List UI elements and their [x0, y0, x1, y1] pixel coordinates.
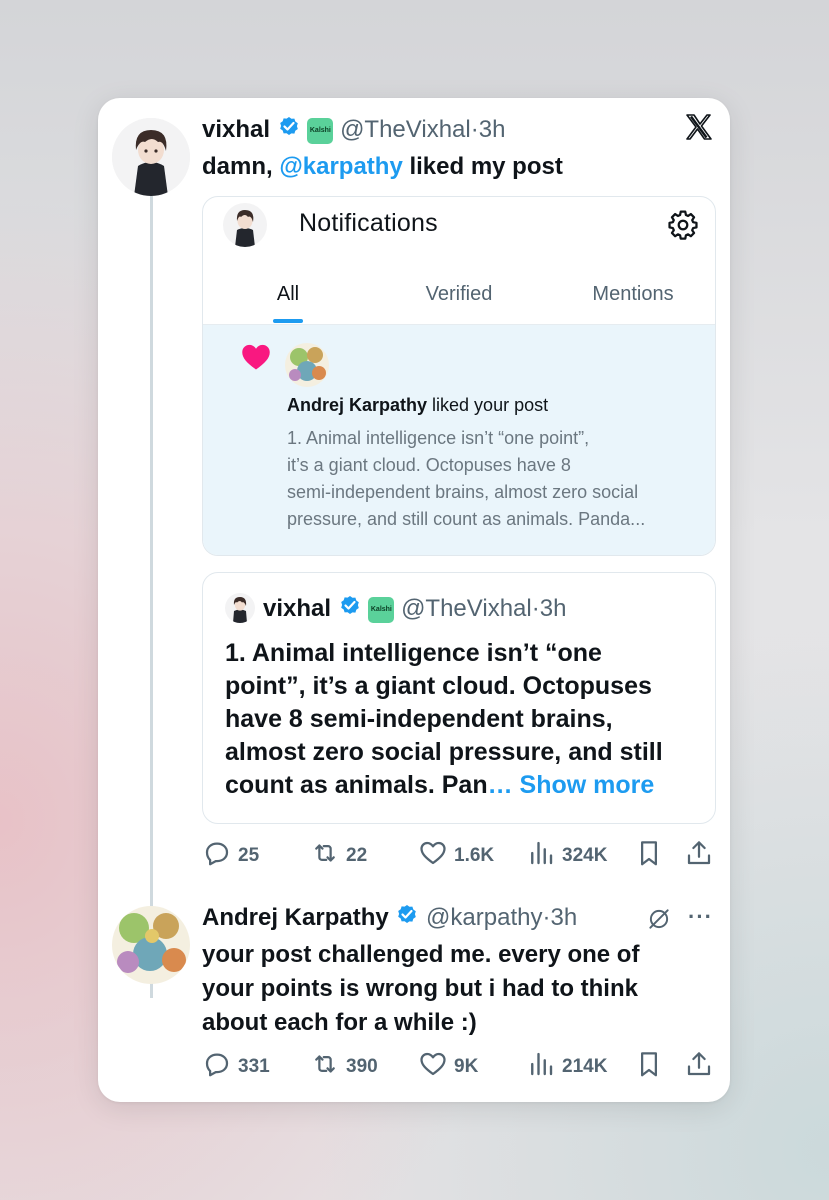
reply-author-handle[interactable]: @karpathy [426, 904, 542, 931]
quote-line: have 8 semi-independent brains, [225, 705, 613, 733]
share-icon[interactable] [684, 838, 714, 873]
reply-count: 25 [238, 845, 260, 866]
show-more-link[interactable]: Show more [513, 771, 655, 799]
tab-all[interactable]: All [243, 283, 333, 306]
tweet-header: vixhal Kalshi @TheVixhal·3h [202, 114, 505, 147]
reply-line: your post challenged me. every one of [202, 941, 640, 968]
bookmark-icon[interactable] [634, 838, 664, 873]
like-icon [418, 838, 448, 874]
tweet-text-before: damn, [202, 153, 280, 180]
like-count: 1.6K [454, 845, 495, 866]
tab-verified[interactable]: Verified [399, 283, 519, 306]
quote-last-line: count as animals. Pan… Show more [225, 769, 663, 802]
reply-author-name[interactable]: Andrej Karpathy [202, 904, 389, 931]
views-count: 324K [562, 845, 608, 866]
reply-time[interactable]: 3h [550, 904, 577, 931]
reply-count: 331 [238, 1056, 270, 1077]
reply-header: Andrej Karpathy @karpathy·3h [202, 902, 577, 935]
quote-text: 1. Animal intelligence isn’t “one point”… [225, 637, 663, 802]
repost-button[interactable]: 22 [310, 838, 367, 874]
views-button[interactable]: 214K [526, 1049, 607, 1085]
like-button[interactable]: 1.6K [418, 838, 494, 874]
repost-button[interactable]: 390 [310, 1049, 378, 1085]
reply-icon [202, 838, 232, 874]
liked-line: Andrej Karpathy liked your post [287, 395, 548, 416]
like-button[interactable]: 9K [418, 1049, 478, 1085]
liked-action-text: liked your post [427, 395, 549, 415]
views-button[interactable]: 324K [526, 838, 607, 874]
quote-line: point”, it’s a giant cloud. Octopuses [225, 672, 652, 700]
notif-profile-avatar [223, 203, 267, 247]
reply-icon [202, 1049, 232, 1085]
affiliate-badge[interactable]: Kalshi [307, 117, 334, 144]
reply-button[interactable]: 331 [202, 1049, 270, 1085]
author-avatar[interactable] [112, 118, 190, 196]
liker-name[interactable]: Andrej Karpathy [287, 395, 427, 415]
verified-badge-icon [395, 902, 419, 935]
repost-icon [310, 1049, 340, 1085]
quote-time[interactable]: 3h [540, 595, 567, 622]
quote-ellipsis: … [487, 771, 513, 799]
reply-line: about each for a while :) [202, 1009, 477, 1036]
author-handle[interactable]: @TheVixhal [340, 116, 471, 143]
quote-line: almost zero social pressure, and still [225, 738, 663, 766]
thread-connector-line [150, 190, 153, 998]
tweet-text-after: liked my post [402, 153, 563, 180]
quoted-tweet[interactable]: vixhal Kalshi @TheVixhal·3h 1. Animal in… [202, 572, 716, 824]
verified-badge-icon [338, 593, 362, 626]
views-icon [526, 838, 556, 874]
reply-text: your post challenged me. every one of yo… [202, 938, 639, 1040]
bookmark-icon[interactable] [634, 1049, 664, 1084]
reply-button[interactable]: 25 [202, 838, 259, 874]
tab-mentions[interactable]: Mentions [573, 283, 693, 306]
reply-line: your points is wrong but i had to think [202, 975, 638, 1002]
tweet-time[interactable]: 3h [479, 116, 506, 143]
notifications-title: Notifications [299, 209, 438, 237]
quote-line: count as animals. Pan [225, 771, 488, 799]
quote-author-name[interactable]: vixhal [263, 595, 331, 622]
quote-line: 1. Animal intelligence isn’t “one [225, 639, 602, 667]
author-name[interactable]: vixhal [202, 116, 270, 143]
mute-icon[interactable] [646, 906, 672, 937]
x-logo-icon[interactable] [684, 112, 714, 151]
header-separator: · [470, 116, 479, 143]
affiliate-badge[interactable]: Kalshi [368, 596, 395, 623]
preview-line: 1. Animal intelligence isn’t “one point”… [287, 428, 590, 448]
mention-link[interactable]: @karpathy [279, 153, 402, 180]
repost-count: 22 [346, 845, 368, 866]
attached-notifications-image[interactable]: Notifications All Verified Mentions Andr… [202, 196, 716, 556]
verified-badge-icon [277, 114, 301, 147]
tweet-text: damn, @karpathy liked my post [202, 150, 563, 184]
gear-icon[interactable] [667, 209, 699, 246]
repost-icon [310, 838, 340, 874]
views-icon [526, 1049, 556, 1085]
active-tab-indicator [273, 319, 303, 323]
like-count: 9K [454, 1056, 479, 1077]
notification-item[interactable]: Andrej Karpathy liked your post 1. Anima… [203, 325, 715, 555]
tweet-thread-card: vixhal Kalshi @TheVixhal·3h damn, @karpa… [98, 98, 730, 1102]
like-icon [418, 1049, 448, 1085]
quote-author-handle[interactable]: @TheVixhal [401, 595, 532, 622]
quote-avatar [225, 593, 255, 623]
more-icon[interactable]: ··· [688, 904, 713, 930]
share-icon[interactable] [684, 1049, 714, 1084]
quote-header: vixhal Kalshi @TheVixhal·3h [263, 593, 566, 626]
quote-separator: · [531, 595, 540, 622]
heart-icon [241, 343, 271, 376]
repost-count: 390 [346, 1056, 378, 1077]
reply-author-avatar[interactable] [112, 906, 190, 984]
views-count: 214K [562, 1056, 608, 1077]
preview-line: it’s a giant cloud. Octopuses have 8 [287, 455, 571, 475]
preview-line: semi-independent brains, almost zero soc… [287, 482, 639, 502]
preview-line: pressure, and still count as animals. Pa… [287, 509, 646, 529]
liked-post-preview: 1. Animal intelligence isn’t “one point”… [287, 425, 645, 533]
liker-avatar [285, 343, 329, 387]
